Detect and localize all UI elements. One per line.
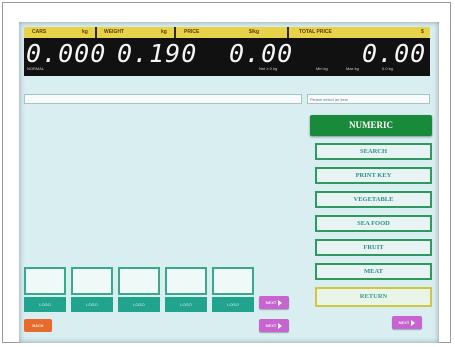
status-max: Max kg [346, 66, 359, 71]
plu-slot-image [165, 267, 207, 295]
status-tare: 0.0 kg [382, 66, 393, 71]
mode-label: NORMAL [27, 66, 45, 71]
status-min: Min kg [316, 66, 328, 71]
next-page-button[interactable]: NEXT [259, 296, 289, 309]
next-page-label: NEXT [265, 323, 277, 328]
price-unit: $/kg [249, 29, 260, 35]
print-key-button[interactable]: PRINT KEY [315, 167, 432, 184]
next-page-label: NEXT [265, 300, 277, 305]
meat-button[interactable]: MEAT [315, 263, 432, 280]
arrow-right-icon [278, 299, 283, 306]
plu-slot-image [71, 267, 113, 295]
weight-display: 0.000 0.190 0.00 0.00 NORMAL Net ≥ 0 kg … [24, 38, 430, 76]
header-divider [95, 27, 97, 38]
plu-slot[interactable]: LOGO [165, 267, 207, 312]
plu-slot[interactable]: LOGO [212, 267, 254, 312]
plu-slot[interactable]: LOGO [118, 267, 160, 312]
weight-label: WEIGHT [104, 29, 124, 35]
return-button[interactable]: RETURN [315, 287, 432, 307]
next-page-label: NEXT [398, 320, 410, 325]
arrow-right-icon [278, 322, 283, 329]
scale-screen: CARS kg WEIGHT kg PRICE $/kg TOTAL PRICE… [19, 22, 439, 343]
cars-readout: 0.000 [26, 39, 107, 68]
back-button[interactable]: BACK [24, 319, 52, 332]
fruit-button[interactable]: FRUIT [315, 239, 432, 256]
plu-slot-label: LOGO [24, 297, 66, 312]
item-input[interactable] [24, 94, 302, 104]
cars-unit: kg [82, 29, 88, 35]
price-readout: 0.00 [229, 39, 294, 68]
weight-readout: 0.190 [117, 39, 198, 68]
arrow-right-icon [411, 319, 416, 326]
header-divider [287, 27, 289, 38]
numeric-button[interactable]: NUMERIC [310, 115, 432, 136]
plu-slot-label: LOGO [212, 297, 254, 312]
status-net: Net ≥ 0 kg [259, 66, 278, 71]
cars-label: CARS [32, 29, 47, 35]
plu-slot[interactable]: LOGO [24, 267, 66, 312]
plu-slot-image [24, 267, 66, 295]
weight-unit: kg [161, 29, 167, 35]
header-bar: CARS kg WEIGHT kg PRICE $/kg TOTAL PRICE… [24, 27, 430, 38]
plu-slot-image [118, 267, 160, 295]
search-button[interactable]: SEARCH [315, 143, 432, 160]
plu-slot[interactable]: LOGO [71, 267, 113, 312]
price-label: PRICE [184, 29, 200, 35]
hint-text: Please select an item [307, 94, 430, 104]
total-price-label: TOTAL PRICE [299, 29, 332, 35]
total-price-readout: 0.00 [362, 39, 427, 68]
plu-slot-label: LOGO [118, 297, 160, 312]
next-page-button[interactable]: NEXT [392, 316, 422, 329]
plu-slot-image [212, 267, 254, 295]
plu-slot-label: LOGO [165, 297, 207, 312]
header-divider [174, 27, 176, 38]
seafood-button[interactable]: SEA FOOD [315, 215, 432, 232]
vegetable-button[interactable]: VEGETABLE [315, 191, 432, 208]
next-page-button[interactable]: NEXT [259, 319, 289, 332]
plu-slot-label: LOGO [71, 297, 113, 312]
total-price-unit: $ [421, 29, 424, 35]
